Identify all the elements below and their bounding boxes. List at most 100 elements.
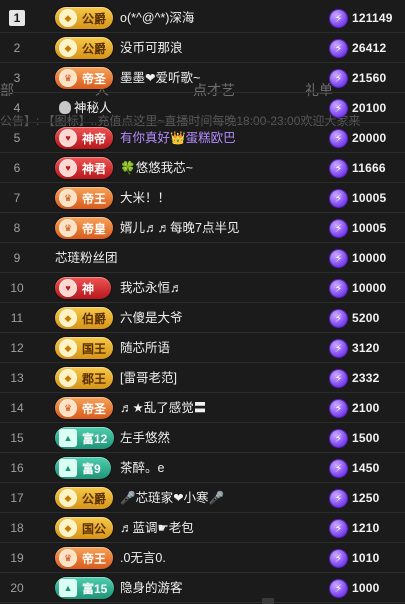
rank-badge: ◆ 国公 xyxy=(55,517,114,539)
user-name[interactable]: ♬蓝调☛老包 xyxy=(120,513,194,543)
rank-number: 19 xyxy=(0,543,34,573)
rank-number-text: 17 xyxy=(10,491,24,505)
badge-label: 公爵 xyxy=(82,41,107,56)
user-name[interactable]: 茶醉。e xyxy=(120,453,164,483)
badge-emblem-icon: ♛ xyxy=(59,219,77,237)
user-name[interactable]: 芯琏粉丝团 xyxy=(55,243,118,273)
rank-row[interactable]: 3 ♛ 帝圣 墨墨❤爱听歌~ ⚡ 21560 xyxy=(0,63,405,93)
badge-emblem-icon: ◆ xyxy=(59,39,77,57)
rank-row[interactable]: 20 ▲ 富15 隐身的游客 ⚡ 1000 xyxy=(0,573,405,603)
badge-emblem-icon: ♥ xyxy=(59,279,77,297)
rank-row[interactable]: 10 ♥ 神我芯永恒♬ ⚡ 10000 xyxy=(0,273,405,303)
rank-number-text: 18 xyxy=(10,521,24,535)
badge-label: 国公 xyxy=(82,521,107,536)
score-value: 20100 xyxy=(352,101,387,115)
rank-row[interactable]: 2 ◆ 公爵 没币可那浪 ⚡ 26412 xyxy=(0,33,405,63)
rank-number-text: 5 xyxy=(13,131,21,145)
rank-badge: ♥ 神 xyxy=(55,277,111,299)
user-name[interactable]: 🍀悠悠我芯~ xyxy=(120,153,193,183)
user-name[interactable]: 没币可那浪 xyxy=(120,33,183,63)
lightning-bolt-icon: ⚡ xyxy=(330,339,347,357)
contribution-score: ⚡ 1500 xyxy=(330,429,380,447)
rank-badge: ◆ 郡王 xyxy=(55,367,114,389)
user-name[interactable]: ♬★乱了感觉〓 xyxy=(120,393,206,423)
user-name[interactable]: 我芯永恒♬ xyxy=(120,273,183,303)
score-value: 1250 xyxy=(352,491,380,505)
badge-label: 帝圣 xyxy=(82,71,107,86)
user-name[interactable]: 六傻是大爷 xyxy=(120,303,183,333)
rank-row[interactable]: 8 ♛ 帝皇 婿儿♬♬每晚7点半见 ⚡ 10005 xyxy=(0,213,405,243)
badge-label: 帝王 xyxy=(82,191,107,206)
user-name[interactable]: 神秘人 xyxy=(74,93,112,123)
rank-number: 4 xyxy=(0,93,34,123)
rank-number-text: 14 xyxy=(10,401,24,415)
contribution-score: ⚡ 20100 xyxy=(330,99,386,117)
rank-badge: ◆ 公爵 xyxy=(55,7,114,29)
rank-row[interactable]: 13 ◆ 郡王 [雷哥老范] ⚡ 2332 xyxy=(0,363,405,393)
badge-emblem-icon: ▲ xyxy=(59,429,77,447)
rank-number: 15 xyxy=(0,423,34,453)
contribution-rank-list: 1 ◆ 公爵 o(*^@^*)深海 ⚡ 121149 2 ◆ 公爵 没币可那浪 ⚡ 26412 3 ♛ 帝圣… xyxy=(0,3,405,603)
badge-label: 神帝 xyxy=(82,131,107,146)
badge-label: 伯爵 xyxy=(82,311,107,326)
rank-row[interactable]: 9 芯琏粉丝团 ⚡ 10000 xyxy=(0,243,405,273)
user-name[interactable]: 左手悠然 xyxy=(120,423,170,453)
contribution-score: ⚡ 2332 xyxy=(330,369,380,387)
user-name[interactable]: 婿儿♬♬每晚7点半见 xyxy=(120,213,239,243)
badge-emblem-icon: ◆ xyxy=(59,9,77,27)
badge-emblem-icon: ▲ xyxy=(59,579,77,597)
contribution-score: ⚡ 10005 xyxy=(330,189,386,207)
rank-row[interactable]: 1 ◆ 公爵 o(*^@^*)深海 ⚡ 121149 xyxy=(0,3,405,33)
rank-row[interactable]: 19 ♛ 帝王 .0无言0. ⚡ 1010 xyxy=(0,543,405,573)
lightning-bolt-icon: ⚡ xyxy=(330,219,347,237)
lightning-bolt-icon: ⚡ xyxy=(330,519,347,537)
contribution-score: ⚡ 10005 xyxy=(330,219,386,237)
lightning-bolt-icon: ⚡ xyxy=(330,309,347,327)
rank-row[interactable]: 15 ▲ 富12 左手悠然 ⚡ 1500 xyxy=(0,423,405,453)
rank-row[interactable]: 11 ◆ 伯爵 六傻是大爷 ⚡ 5200 xyxy=(0,303,405,333)
rank-row[interactable]: 12 ◆ 国王 随芯所语 ⚡ 3120 xyxy=(0,333,405,363)
lightning-bolt-icon: ⚡ xyxy=(330,369,347,387)
score-value: 1000 xyxy=(352,581,380,595)
lightning-bolt-icon: ⚡ xyxy=(330,459,347,477)
rank-badge: ♥ 神帝 xyxy=(55,127,114,149)
rank-badge: ◆ 公爵 xyxy=(55,487,114,509)
score-value: 1210 xyxy=(352,521,380,535)
contribution-score: ⚡ 2100 xyxy=(330,399,380,417)
user-name[interactable]: 墨墨❤爱听歌~ xyxy=(120,63,200,93)
user-name[interactable]: o(*^@^*)深海 xyxy=(120,3,194,33)
user-name[interactable]: 🎤芯琏家❤小寒🎤 xyxy=(120,483,224,513)
rank-row[interactable]: 18 ◆ 国公 ♬蓝调☛老包 ⚡ 1210 xyxy=(0,513,405,543)
rank-number-text: 13 xyxy=(10,371,24,385)
contribution-score: ⚡ 1010 xyxy=(330,549,380,567)
user-name[interactable]: 随芯所语 xyxy=(120,333,170,363)
score-value: 2100 xyxy=(352,401,380,415)
user-name[interactable]: 有你真好👑蛋糕欧巴 xyxy=(120,123,236,153)
rank-number: 13 xyxy=(0,363,34,393)
rank-badge: ◆ 伯爵 xyxy=(55,307,114,329)
lightning-bolt-icon: ⚡ xyxy=(330,99,347,117)
lightning-bolt-icon: ⚡ xyxy=(330,429,347,447)
rank-row[interactable]: 16 ▲ 富9 茶醉。e ⚡ 1450 xyxy=(0,453,405,483)
badge-label: 帝圣 xyxy=(82,401,107,416)
rank-number-text: 16 xyxy=(10,461,24,475)
rank-row[interactable]: 6 ♥ 神君 🍀悠悠我芯~ ⚡ 11666 xyxy=(0,153,405,183)
scrollbar-thumb[interactable] xyxy=(262,598,274,604)
user-name[interactable]: 隐身的游客 xyxy=(120,573,183,603)
rank-row[interactable]: 17 ◆ 公爵 🎤芯琏家❤小寒🎤 ⚡ 1250 xyxy=(0,483,405,513)
user-name[interactable]: 大米！！ xyxy=(120,183,170,213)
score-value: 10000 xyxy=(352,251,387,265)
rank-number-text: 15 xyxy=(10,431,24,445)
badge-label: 神 xyxy=(82,281,95,296)
rank-row[interactable]: 5 ♥ 神帝 有你真好👑蛋糕欧巴 ⚡ 20000 xyxy=(0,123,405,153)
rank-row[interactable]: 14 ♛ 帝圣 ♬★乱了感觉〓 ⚡ 2100 xyxy=(0,393,405,423)
user-name[interactable]: [雷哥老范] xyxy=(120,363,177,393)
rank-row[interactable]: 4 神秘人 ⚡ 20100 xyxy=(0,93,405,123)
user-name[interactable]: .0无言0. xyxy=(120,543,166,573)
rank-number: 12 xyxy=(0,333,34,363)
badge-emblem-icon: ♛ xyxy=(59,399,77,417)
rank-badge: ▲ 富12 xyxy=(55,427,115,449)
contribution-score: ⚡ 10000 xyxy=(330,249,386,267)
rank-number-text: 10 xyxy=(10,281,24,295)
rank-row[interactable]: 7 ♛ 帝王 大米！！ ⚡ 10005 xyxy=(0,183,405,213)
